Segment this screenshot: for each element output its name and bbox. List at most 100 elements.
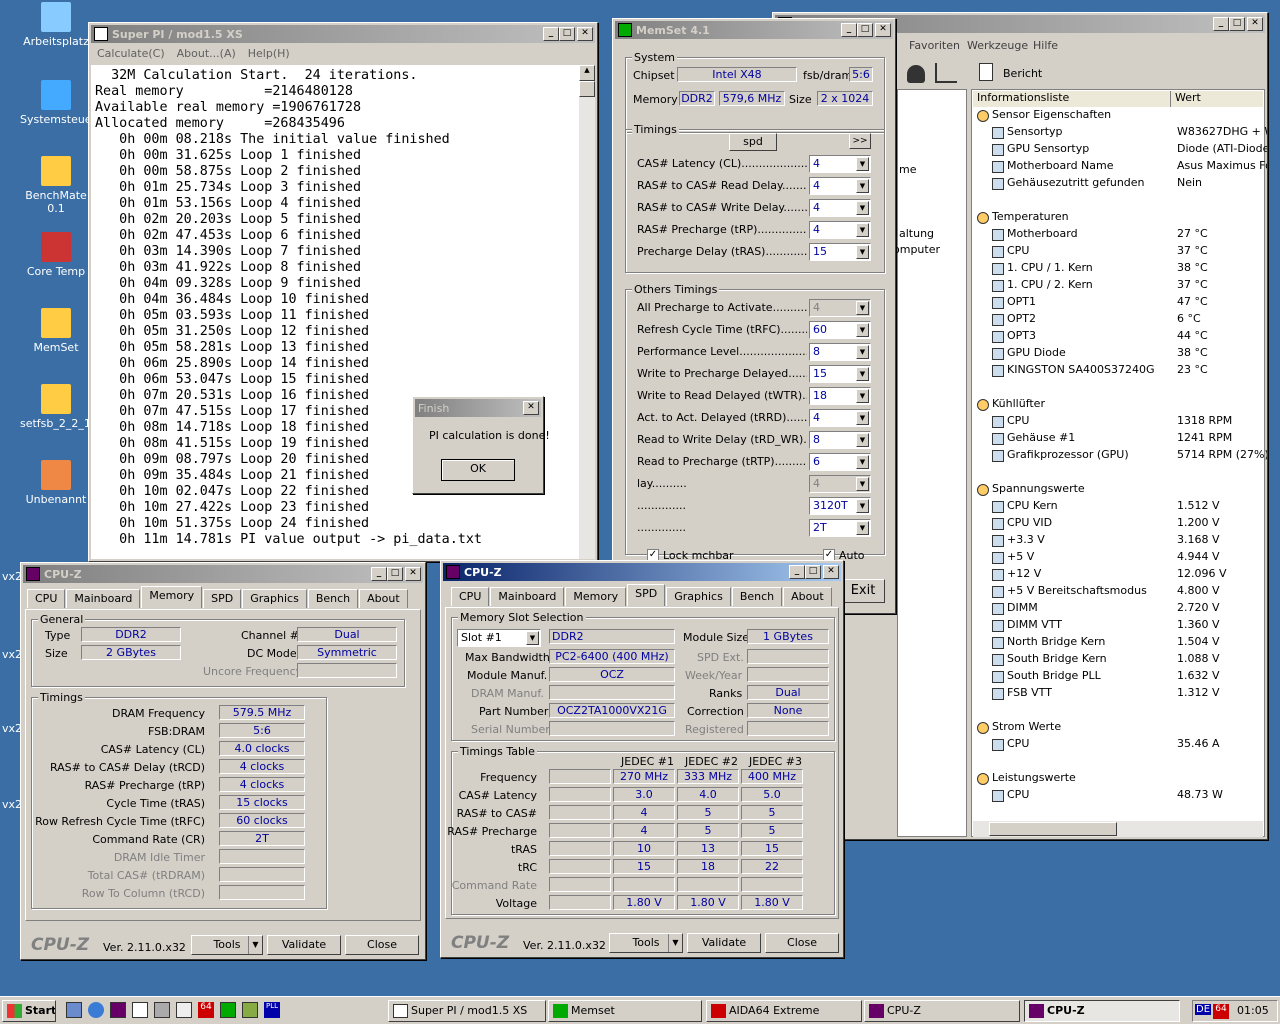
other-timing-select[interactable]: 2T ▼ — [809, 519, 871, 537]
pll-icon[interactable]: PLL — [264, 1002, 280, 1018]
desktop-icon-benchmate-0-1[interactable]: BenchMate 0.1 — [20, 156, 92, 215]
memset-window[interactable]: MemSet 4.1 _ □ ✕ System Chipset Intel X48 f… — [612, 18, 896, 614]
sensor-row[interactable]: Gehäusezutritt gefunden Nein — [977, 176, 1267, 193]
sensor-row[interactable]: GPU Diode 38 °C — [977, 346, 1267, 363]
sensor-row[interactable]: Sensortyp W83627DHG + W8 — [977, 125, 1267, 142]
sensor-row[interactable]: Grafikprozessor (GPU) 5714 RPM (27%) — [977, 448, 1267, 465]
sensor-row[interactable]: OPT3 44 °C — [977, 329, 1267, 346]
desktop-icon-core-temp[interactable]: Core Temp — [20, 232, 92, 278]
hwinfo-icon[interactable] — [154, 1002, 170, 1018]
tab-bench[interactable]: Bench — [731, 587, 783, 606]
ok-button[interactable]: OK — [441, 459, 515, 481]
aida64-icon[interactable]: 64 — [198, 1002, 214, 1018]
clock[interactable]: 01:05 — [1237, 1004, 1269, 1017]
other-timing-select[interactable]: 4 ▼ — [809, 409, 871, 427]
validate-button[interactable]: Validate — [267, 935, 341, 955]
desktop-icon-memset[interactable]: MemSet — [20, 308, 92, 354]
close-button[interactable]: ✕ — [1247, 17, 1263, 31]
other-timing-select[interactable]: 18 ▼ — [809, 387, 871, 405]
sensor-category[interactable]: Sensor Eigenschaften — [977, 108, 1267, 125]
maximize-button[interactable]: □ — [387, 567, 403, 581]
sensor-row[interactable]: CPU Kern 1.512 V — [977, 499, 1267, 516]
sensor-row[interactable]: OPT1 47 °C — [977, 295, 1267, 312]
maximize-button[interactable]: □ — [559, 27, 575, 41]
report-icon[interactable] — [979, 63, 993, 81]
menu-about[interactable]: About...(A) — [177, 47, 236, 60]
exit-button[interactable]: Exit — [841, 579, 885, 603]
menu-help[interactable]: Help(H) — [248, 47, 290, 60]
other-timing-select[interactable]: 8 ▼ — [809, 431, 871, 449]
taskbar-superpi[interactable]: Super PI / mod1.5 XS — [388, 1000, 546, 1022]
timing-select[interactable]: 4 ▼ — [809, 199, 871, 217]
sensor-row[interactable]: South Bridge PLL 1.632 V — [977, 669, 1267, 686]
maximize-button[interactable]: □ — [1229, 17, 1245, 31]
tab-spd[interactable]: SPD — [627, 584, 666, 606]
column-header-wert[interactable]: Wert — [1171, 91, 1263, 107]
cpuz-icon[interactable] — [110, 1002, 126, 1018]
close-button[interactable]: ✕ — [405, 567, 421, 581]
sensor-row[interactable]: +5 V Bereitschaftsmodus 4.800 V — [977, 584, 1267, 601]
taskbar-cpuz-1[interactable]: CPU-Z — [864, 1000, 1020, 1022]
memset-icon[interactable] — [220, 1002, 236, 1018]
sensor-row[interactable]: CPU 35.46 A — [977, 737, 1267, 754]
slot-select[interactable]: Slot #1 ▼ — [457, 629, 541, 647]
sensor-row[interactable]: 1. CPU / 2. Kern 37 °C — [977, 278, 1267, 295]
taskbar-memset[interactable]: Memset — [548, 1000, 702, 1022]
tab-graphics[interactable]: Graphics — [242, 589, 307, 608]
taskbar-cpuz-2[interactable]: CPU-Z — [1024, 1000, 1180, 1022]
other-timing-select[interactable]: 4 ▼ — [809, 475, 871, 493]
desktop-icon-arbeitsplatz[interactable]: Arbeitsplatz — [20, 2, 92, 48]
sensor-row[interactable]: DIMM 2.720 V — [977, 601, 1267, 618]
other-timing-select[interactable]: 15 ▼ — [809, 365, 871, 383]
timing-select[interactable]: 15 ▼ — [809, 243, 871, 261]
tab-memory[interactable]: Memory — [565, 587, 627, 606]
sensor-row[interactable]: +5 V 4.944 V — [977, 550, 1267, 567]
aida-menu-hilfe[interactable]: Hilfe — [1033, 39, 1058, 52]
sensor-row[interactable]: North Bridge Kern 1.504 V — [977, 635, 1267, 652]
start-button[interactable]: Start — [2, 1000, 56, 1022]
tab-about[interactable]: About — [359, 589, 408, 608]
language-indicator[interactable]: DE — [1195, 1004, 1212, 1015]
validate-button[interactable]: Validate — [687, 933, 761, 953]
vertical-scrollbar[interactable]: ▲ — [579, 65, 595, 559]
minimize-button[interactable]: _ — [1213, 17, 1229, 31]
spd-button[interactable]: spd — [729, 133, 777, 151]
desktop-icon-systemsteuerung[interactable]: Systemsteuerung — [20, 80, 117, 126]
sensor-row[interactable]: CPU VID 1.200 V — [977, 516, 1267, 533]
sensor-row[interactable]: CPU 37 °C — [977, 244, 1267, 261]
maximize-button[interactable]: □ — [805, 565, 821, 579]
timing-select[interactable]: 4 ▼ — [809, 177, 871, 195]
taskbar-aida64[interactable]: AIDA64 Extreme — [706, 1000, 862, 1022]
tab-cpu[interactable]: CPU — [27, 589, 66, 608]
tab-mainboard[interactable]: Mainboard — [66, 589, 141, 608]
desktop-icon-unbenannt[interactable]: Unbenannt — [20, 460, 92, 506]
other-timing-select[interactable]: 60 ▼ — [809, 321, 871, 339]
close-button[interactable]: ✕ — [523, 401, 539, 415]
sensor-row[interactable]: KINGSTON SA400S37240G 23 °C — [977, 363, 1267, 380]
tab-graphics[interactable]: Graphics — [666, 587, 731, 606]
sensor-category[interactable]: Kühllüfter — [977, 397, 1267, 414]
memset-titlebar[interactable]: MemSet 4.1 _ □ ✕ — [615, 21, 893, 39]
sensor-row[interactable]: +12 V 12.096 V — [977, 567, 1267, 584]
tab-cpu[interactable]: CPU — [451, 587, 490, 606]
close-window-button[interactable]: Close — [765, 933, 839, 953]
column-header-informationsliste[interactable]: Informationsliste — [973, 91, 1171, 107]
aida-menu-favoriten[interactable]: Favoriten — [909, 39, 960, 52]
timing-select[interactable]: 4 ▼ — [809, 155, 871, 173]
close-button[interactable]: ✕ — [875, 23, 891, 37]
aida-tree-pane[interactable] — [897, 89, 967, 837]
tools-button[interactable]: Tools ▼ — [191, 935, 263, 955]
notepad-icon[interactable] — [176, 1002, 192, 1018]
sensor-category[interactable]: Temperaturen — [977, 210, 1267, 227]
wrench-icon[interactable] — [242, 1002, 258, 1018]
other-timing-select[interactable]: 4 ▼ — [809, 299, 871, 317]
expand-button[interactable]: >> — [849, 133, 871, 149]
chart-icon[interactable] — [935, 63, 957, 83]
tab-memory[interactable]: Memory — [141, 586, 203, 608]
report-button-label[interactable]: Bericht — [1003, 67, 1042, 80]
superpi-icon[interactable] — [132, 1002, 148, 1018]
other-timing-select[interactable]: 6 ▼ — [809, 453, 871, 471]
minimize-button[interactable]: _ — [371, 567, 387, 581]
cpuz-memory-window[interactable]: CPU-Z _ □ ✕ CPU Mainboard Memory SPD Graphics Be… — [20, 562, 426, 960]
finish-titlebar[interactable]: Finish ✕ — [415, 399, 541, 417]
